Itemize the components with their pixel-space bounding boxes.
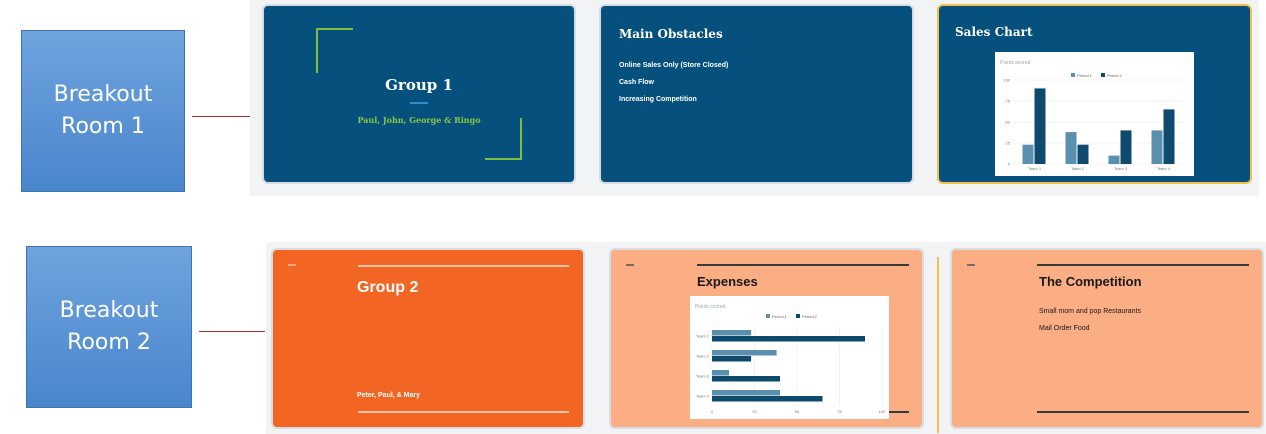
slide-mark bbox=[967, 264, 975, 266]
bar bbox=[1108, 155, 1120, 164]
bullet-item: Small mom and pop Restaurants bbox=[1039, 308, 1141, 315]
bar bbox=[712, 390, 780, 396]
connector-line-2 bbox=[199, 331, 265, 332]
slide-thumbnail-group-2-title[interactable]: Group 2 Peter, Paul, & Mary bbox=[273, 250, 583, 427]
slide-thumbnail-expenses[interactable]: Expenses Points scored Period 1 Period 2 0 2… bbox=[611, 250, 922, 427]
bottom-rule bbox=[1037, 411, 1249, 413]
title-underline bbox=[410, 102, 428, 104]
chart-panel: Points scored Period 1 Period 2 0 25 50 75 100 T… bbox=[995, 52, 1194, 176]
bullet-item: Increasing Competition bbox=[619, 96, 697, 103]
bar bbox=[712, 330, 752, 336]
bullet-item: Online Sales Only (Store Closed) bbox=[619, 62, 729, 69]
slide-title: Group 1 bbox=[385, 76, 453, 94]
bullet-item: Cash Flow bbox=[619, 79, 655, 86]
expenses-bar-chart: Points scored Period 1 Period 2 0 25 50 75 100 T… bbox=[695, 304, 886, 414]
bottom-rule bbox=[889, 411, 909, 413]
sales-bar-chart: Points scored Period 1 Period 2 0 25 50 75 100 T… bbox=[1000, 60, 1185, 171]
y-tick-label: 25 bbox=[1006, 141, 1011, 146]
bar bbox=[1022, 144, 1034, 164]
bar bbox=[712, 376, 780, 382]
legend-label: Period 2 bbox=[802, 314, 818, 319]
slide-mark bbox=[288, 264, 296, 266]
chart-title: Points scored bbox=[1000, 60, 1031, 66]
room-label-line1: Breakout bbox=[53, 82, 153, 107]
breakout-room-1-label: Breakout Room 1 bbox=[21, 30, 185, 192]
room-label-line2: Room 2 bbox=[67, 330, 151, 355]
corner-bracket-top-left bbox=[316, 28, 353, 73]
top-rule bbox=[697, 264, 909, 266]
slide-title: Expenses bbox=[697, 274, 758, 289]
bar bbox=[712, 356, 752, 362]
x-tick-label: 25 bbox=[752, 409, 757, 414]
slide-thumbnail-group-1-title[interactable]: Group 1 Paul, John, George & Ringo bbox=[264, 6, 574, 182]
slide-thumbnail-the-competition[interactable]: The Competition Small mom and pop Restau… bbox=[952, 250, 1262, 427]
bar bbox=[1151, 130, 1163, 164]
legend-label: Period 1 bbox=[772, 314, 788, 319]
bullet-item: Mail Order Food bbox=[1039, 325, 1090, 332]
x-tick-label: Team 4 bbox=[1157, 166, 1171, 171]
bar bbox=[1065, 132, 1077, 164]
room-label-line2: Room 1 bbox=[61, 114, 145, 139]
y-tick-label: 50 bbox=[1006, 120, 1011, 125]
slide-mark bbox=[626, 264, 634, 266]
room-label-line1: Breakout bbox=[59, 298, 159, 323]
slide-thumbnail-main-obstacles[interactable]: Main Obstacles Online Sales Only (Store … bbox=[601, 6, 912, 182]
slide-subtitle: Paul, John, George & Ringo bbox=[357, 115, 481, 125]
chart-title: Points scored bbox=[695, 304, 726, 310]
x-tick-label: Team 3 bbox=[1114, 166, 1128, 171]
bar bbox=[712, 396, 823, 402]
slide-thumbnail-sales-chart[interactable]: Sales Chart Points scored Period 1 Period … bbox=[939, 6, 1250, 182]
x-tick-label: Team 1 bbox=[1028, 166, 1042, 171]
bottom-rule bbox=[358, 411, 569, 413]
legend-label: Period 1 bbox=[1077, 73, 1093, 78]
legend-swatch bbox=[766, 314, 770, 318]
y-tick-label: Team 1 bbox=[696, 334, 710, 339]
y-tick-label: 0 bbox=[1008, 162, 1011, 167]
x-tick-label: Team 2 bbox=[1071, 166, 1085, 171]
slide-title: Group 2 bbox=[357, 279, 419, 296]
bar bbox=[1077, 144, 1089, 164]
bar bbox=[1163, 109, 1175, 164]
slide-title: Main Obstacles bbox=[619, 27, 723, 41]
legend-swatch bbox=[1071, 73, 1075, 77]
top-rule bbox=[358, 265, 569, 267]
x-tick-label: 50 bbox=[795, 409, 800, 414]
legend-label: Period 2 bbox=[1107, 73, 1123, 78]
y-tick-label: Team 2 bbox=[696, 354, 710, 359]
bar bbox=[712, 370, 729, 376]
bar bbox=[1120, 130, 1132, 164]
legend-swatch bbox=[796, 314, 800, 318]
y-tick-label: Team 4 bbox=[696, 394, 710, 399]
slide-drop-indicator bbox=[937, 257, 939, 433]
y-tick-label: 100 bbox=[1003, 78, 1010, 83]
chart-panel: Points scored Period 1 Period 2 0 25 50 75 100 T… bbox=[690, 296, 889, 419]
bar bbox=[1034, 88, 1046, 164]
bar bbox=[712, 350, 777, 356]
slide-subtitle: Peter, Paul, & Mary bbox=[357, 392, 421, 399]
y-tick-label: Team 3 bbox=[696, 374, 710, 379]
x-tick-label: 75 bbox=[837, 409, 842, 414]
x-tick-label: 0 bbox=[711, 409, 714, 414]
y-tick-label: 75 bbox=[1006, 99, 1011, 104]
breakout-room-2-label: Breakout Room 2 bbox=[26, 246, 192, 408]
legend-swatch bbox=[1101, 73, 1105, 77]
top-rule bbox=[1037, 264, 1249, 266]
bar bbox=[712, 336, 865, 342]
slide-title: The Competition bbox=[1039, 274, 1142, 289]
connector-line-1 bbox=[192, 116, 250, 117]
slide-title: Sales Chart bbox=[955, 25, 1033, 39]
x-tick-label: 100 bbox=[879, 409, 886, 414]
